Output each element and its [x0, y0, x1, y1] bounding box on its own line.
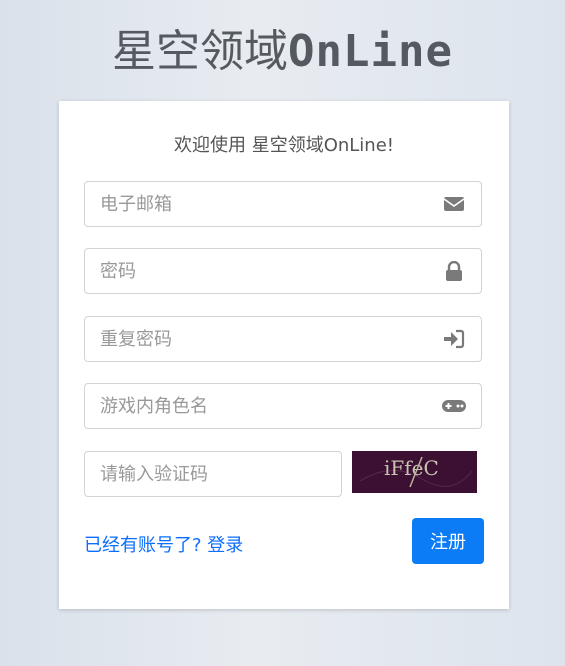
lock-icon — [443, 260, 465, 281]
captcha-field — [84, 451, 342, 497]
captcha-input[interactable] — [85, 452, 330, 496]
password-field — [84, 248, 482, 294]
logo-title-en: OnLine — [288, 26, 453, 77]
sign-in-icon — [443, 329, 465, 349]
nickname-field — [84, 383, 482, 429]
gamepad-icon — [441, 396, 467, 416]
login-link[interactable]: 已经有账号了? 登录 — [84, 531, 243, 557]
captcha-text: iFfeC — [384, 456, 439, 480]
register-card: 欢迎使用 星空领域OnLine! 电子邮箱 游戏内角色名 请输入验证码 iFfe… — [59, 101, 509, 609]
nickname-input[interactable] — [85, 384, 430, 428]
site-logo: 星空领域OnLine — [0, 22, 565, 82]
logo-title-cn: 星空领域 — [112, 26, 289, 77]
email-input[interactable] — [85, 182, 430, 226]
welcome-text: 欢迎使用 星空领域OnLine! — [173, 135, 395, 156]
email-field — [84, 181, 482, 227]
register-button[interactable]: 注册 — [412, 518, 484, 564]
repeat-password-field — [84, 316, 482, 362]
captcha-image[interactable]: iFfeC — [352, 451, 477, 493]
password-input[interactable] — [85, 249, 430, 293]
repeat-password-input[interactable] — [85, 317, 430, 361]
envelope-icon — [443, 194, 465, 214]
